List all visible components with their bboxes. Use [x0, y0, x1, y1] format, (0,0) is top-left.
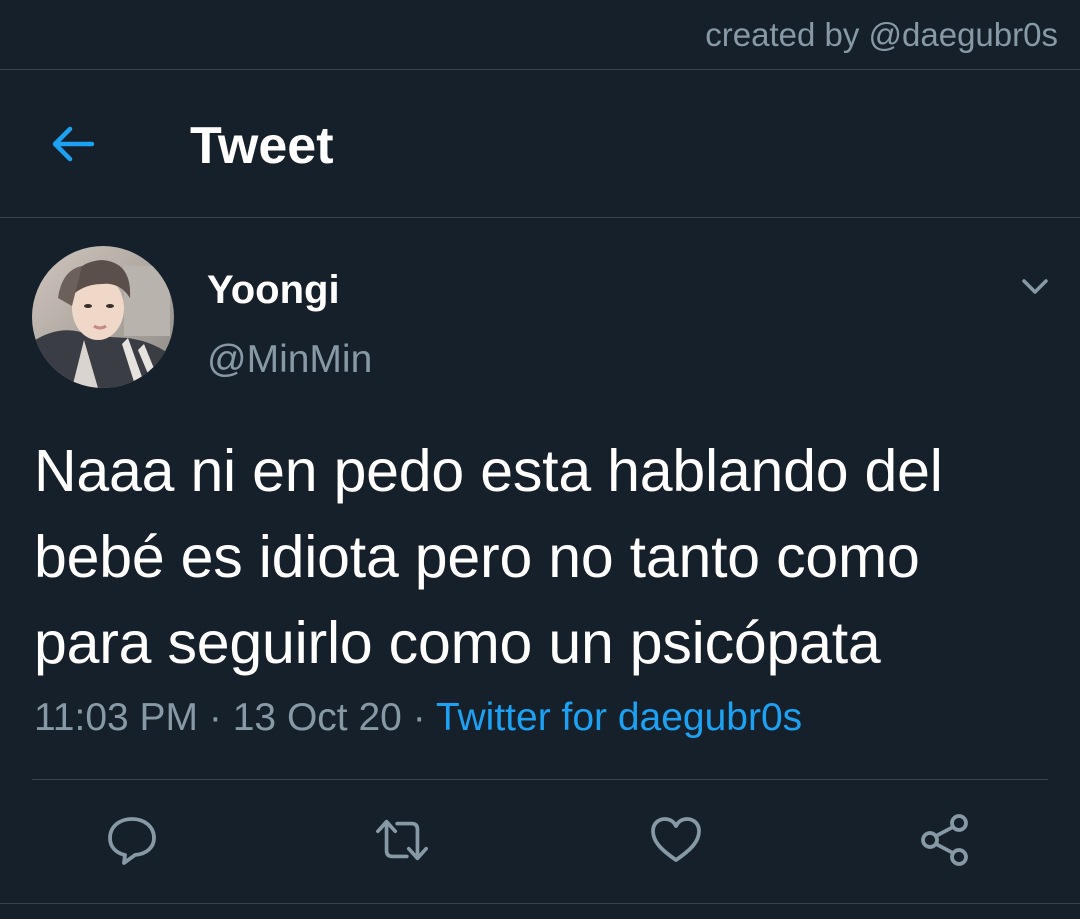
- tweet-meta: 11:03 PM · 13 Oct 20 · Twitter for daegu…: [34, 696, 802, 740]
- display-name[interactable]: Yoongi: [207, 268, 340, 313]
- tweet-date: 13 Oct 20: [232, 696, 402, 739]
- more-options-button[interactable]: [1018, 272, 1052, 300]
- share-icon: [921, 814, 968, 866]
- reply-button[interactable]: [104, 812, 160, 868]
- reply-icon: [108, 817, 156, 865]
- chevron-down-icon: [1022, 279, 1048, 294]
- meta-separator: ·: [412, 696, 426, 739]
- retweet-icon: [376, 819, 428, 861]
- meta-separator: ·: [208, 696, 222, 739]
- share-button[interactable]: [917, 812, 973, 868]
- user-handle[interactable]: @MinMin: [207, 338, 372, 382]
- like-button[interactable]: [648, 812, 704, 868]
- bottom-divider: [0, 903, 1080, 904]
- credit-bar: created by @daegubr0s: [0, 0, 1080, 70]
- credit-text: created by @daegubr0s: [705, 16, 1058, 53]
- tweet-text: Naaa ni en pedo esta hablando del bebé e…: [34, 438, 943, 676]
- retweet-button[interactable]: [374, 812, 430, 868]
- arrow-left-icon: [52, 126, 95, 162]
- tweet-time: 11:03 PM: [34, 696, 199, 739]
- avatar[interactable]: [32, 246, 174, 388]
- tweet-source-link[interactable]: Twitter for daegubr0s: [436, 696, 802, 739]
- page-title: Tweet: [190, 117, 334, 175]
- divider: [32, 779, 1048, 780]
- like-icon: [651, 817, 701, 862]
- header: Tweet: [0, 70, 1080, 218]
- back-button[interactable]: [48, 122, 98, 166]
